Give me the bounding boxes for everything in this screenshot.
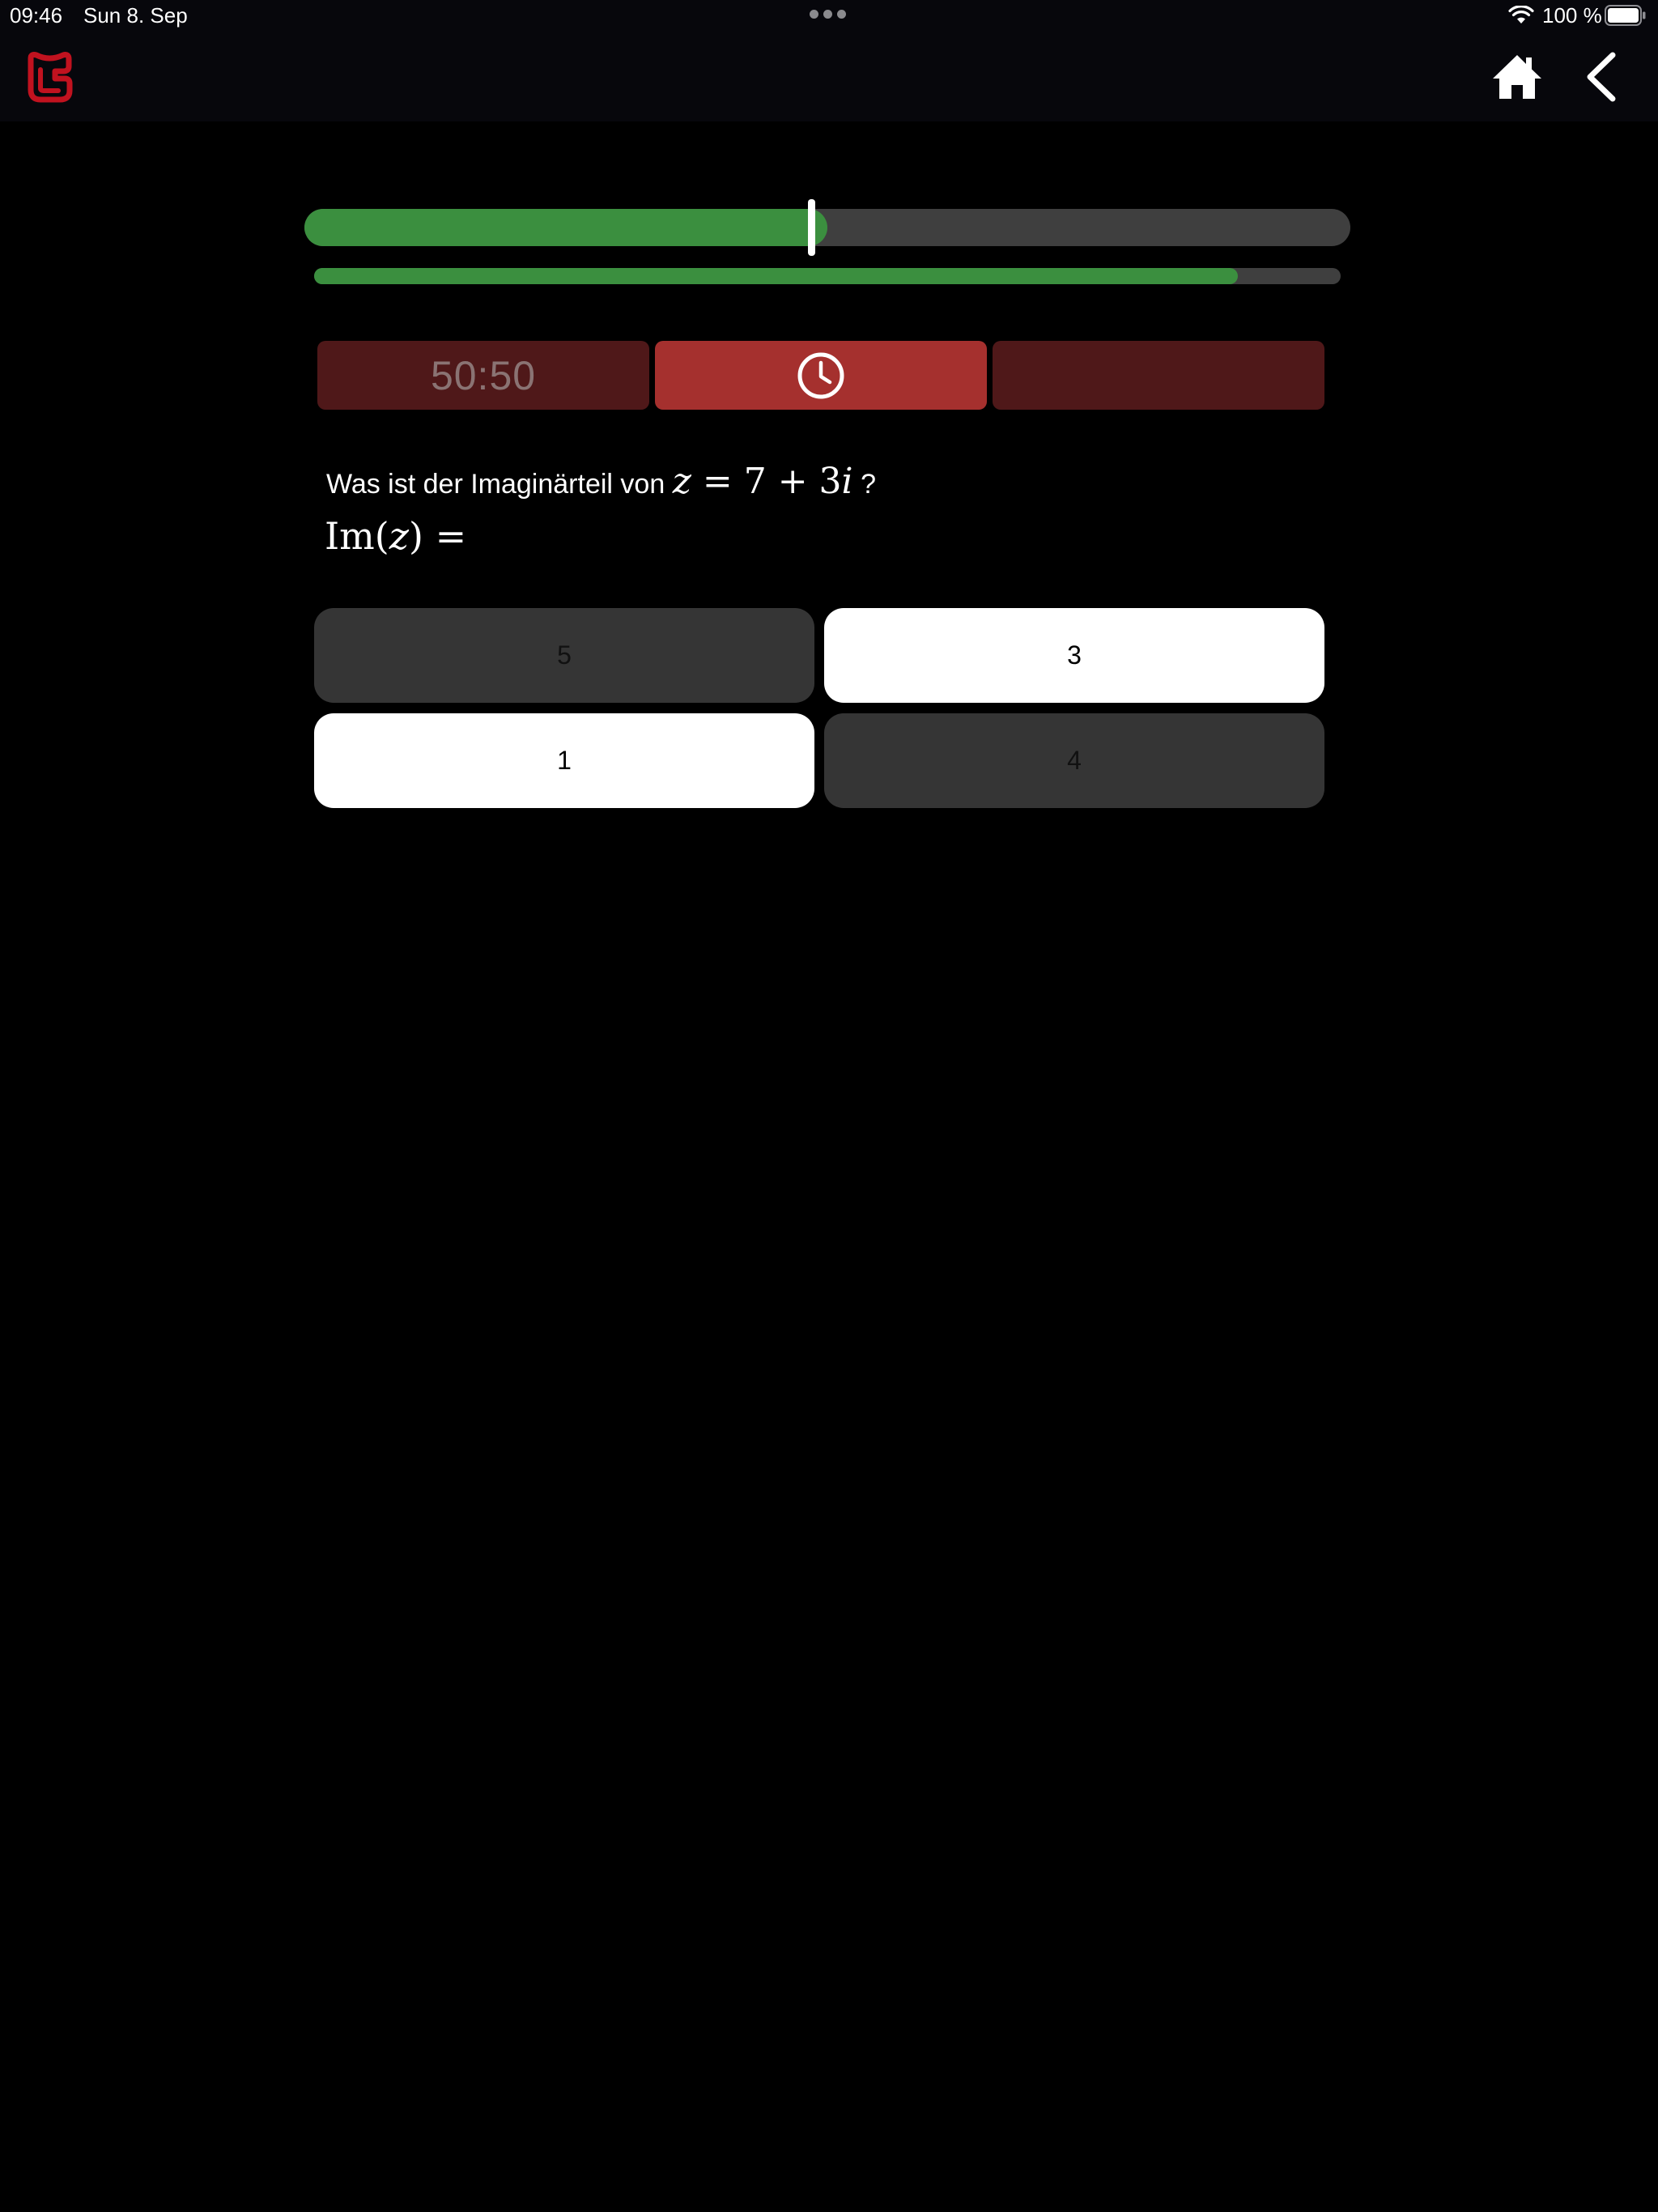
- timer-progress-bar: [314, 268, 1341, 284]
- home-button[interactable]: [1490, 50, 1545, 104]
- back-button[interactable]: [1580, 50, 1624, 104]
- answer-option-1[interactable]: 5: [314, 608, 814, 703]
- question-mark: ?: [861, 469, 876, 500]
- answer-option-2[interactable]: 3: [824, 608, 1324, 703]
- status-time: 09:46: [10, 3, 63, 28]
- third-joker-button[interactable]: [993, 341, 1324, 410]
- question-progress-fill: [304, 209, 827, 246]
- status-bar: 09:46 Sun 8. Sep 100 %: [0, 0, 1658, 32]
- clock-icon: [797, 352, 844, 398]
- math-i: i: [841, 461, 853, 502]
- timer-progress-fill: [314, 268, 1238, 284]
- extra-time-joker-button[interactable]: [655, 341, 987, 410]
- multitasking-dots-icon[interactable]: [810, 10, 847, 21]
- progress-marker: [808, 199, 815, 256]
- prompt-end: ) =: [409, 514, 467, 558]
- math-equation: = 7 + 3: [691, 461, 842, 502]
- answer-option-4[interactable]: 4: [824, 713, 1324, 808]
- app-header: [0, 32, 1658, 121]
- prompt-im: Im(: [325, 514, 389, 558]
- battery-icon: [1605, 5, 1646, 26]
- app-logo-icon: [28, 52, 73, 103]
- question-math: z = 7 + 3i: [673, 461, 853, 502]
- wifi-icon: [1508, 6, 1534, 23]
- question-label: Was ist der Imaginärteil von: [326, 469, 665, 500]
- question-progress-bar: [304, 209, 1350, 246]
- answer-prompt: Im(z) =: [325, 514, 466, 558]
- battery-percent: 100 %: [1542, 3, 1602, 28]
- fifty-fifty-label: 50:50: [430, 352, 537, 398]
- question-text: Was ist der Imaginärteil von z = 7 + 3i …: [326, 461, 876, 502]
- answer-option-3[interactable]: 1: [314, 713, 814, 808]
- status-date: Sun 8. Sep: [83, 3, 188, 28]
- math-z: z: [672, 461, 691, 502]
- fifty-fifty-joker-button[interactable]: 50:50: [317, 341, 649, 410]
- prompt-z: z: [389, 514, 409, 558]
